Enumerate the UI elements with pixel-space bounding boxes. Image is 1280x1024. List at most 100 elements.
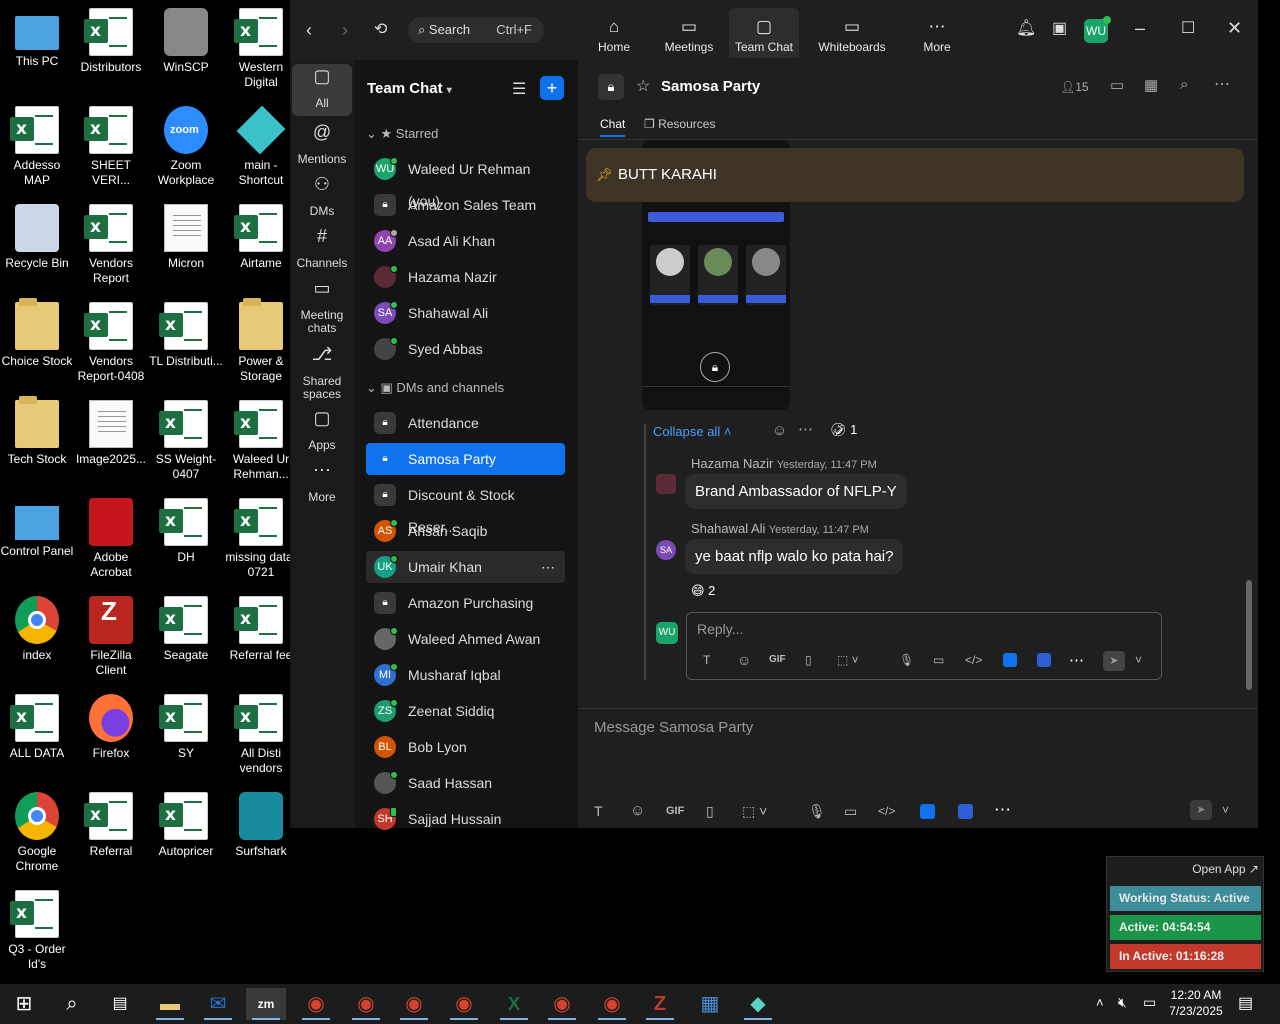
app-icon[interactable] — [1003, 653, 1017, 667]
bell-icon[interactable]: 🔔︎ — [1016, 18, 1036, 38]
chrome-icon[interactable]: ◉ — [346, 988, 386, 1020]
reaction-badge[interactable]: 🤣︎ 1 — [830, 422, 857, 438]
app-icon[interactable] — [1037, 653, 1051, 667]
desktop-icon[interactable]: All Disti vendors — [224, 688, 298, 776]
desktop-icon[interactable]: Firefox — [74, 688, 148, 761]
more-icon[interactable]: ⋯ — [798, 420, 813, 438]
desktop-icon[interactable]: Choice Stock — [0, 296, 74, 369]
desktop-icon[interactable]: Surfshark — [224, 786, 298, 859]
back-icon[interactable]: ‹ — [306, 20, 312, 41]
desktop-icon[interactable]: Western Digital — [224, 2, 298, 90]
reply-box[interactable]: Reply... T ☺ GIF ▯ ⬚ ˅ 🎙︎ ▭ </> ⋯ ➤ ˅ — [686, 612, 1162, 680]
zoom-taskbar-icon[interactable]: zm — [246, 988, 286, 1020]
desktop-icon[interactable]: Image2025... — [74, 394, 148, 467]
section-dms[interactable]: ⌄ ▣ DMs and channels — [366, 380, 504, 396]
calculator-icon[interactable]: ▦ — [690, 988, 730, 1020]
screenshot-icon[interactable]: ⬚ ˅ — [742, 803, 767, 820]
desktop-icon[interactable]: Micron — [149, 198, 223, 271]
clock[interactable]: 12:20 AM 7/23/2025 — [1166, 987, 1226, 1019]
send-icon[interactable]: ➤ — [1190, 800, 1212, 820]
desktop-icon[interactable]: Tech Stock — [0, 394, 74, 467]
sidebar-item[interactable]: 🔒︎ Amazon Purchasing — [366, 587, 565, 619]
chrome-icon[interactable]: ◉ — [592, 988, 632, 1020]
desktop-icon[interactable]: SHEET VERI... — [74, 100, 148, 188]
maximize-icon[interactable]: ☐ — [1181, 18, 1195, 38]
add-reaction-icon[interactable]: ☺ — [772, 422, 787, 439]
sidebar-item[interactable]: AA Asad Ali Khan — [366, 225, 565, 257]
app-icon[interactable] — [920, 804, 935, 819]
sidebar-item[interactable]: Waleed Ahmed Awan — [366, 623, 565, 655]
sidebar-item[interactable]: 🔒︎ Attendance — [366, 407, 565, 439]
send-icon[interactable]: ➤ — [1103, 651, 1125, 671]
volume-muted-icon[interactable]: 🔇︎ — [1118, 994, 1127, 1011]
video-icon[interactable]: ▭ — [844, 803, 857, 820]
filter-icon[interactable]: ☰ — [512, 79, 526, 99]
forward-icon[interactable]: › — [342, 20, 348, 41]
mic-icon[interactable]: 🎙︎ — [899, 653, 914, 667]
nav-team-chat[interactable]: ▢ Team Chat — [729, 8, 799, 58]
sidebar-item[interactable]: BL Bob Lyon — [366, 731, 565, 763]
more-icon[interactable]: ⋯ — [1214, 74, 1230, 94]
scrollbar[interactable] — [1246, 580, 1252, 690]
sidebar-item[interactable]: Hazama Nazir — [366, 261, 565, 293]
calendar-icon[interactable]: ▣ — [1052, 18, 1067, 38]
desktop-icon[interactable]: Google Chrome — [0, 786, 74, 874]
desktop-icon[interactable]: Seagate — [149, 590, 223, 663]
sidebar-item[interactable]: ZS Zeenat Siddiq — [366, 695, 565, 727]
rail-item-apps[interactable]: ▢ Apps — [292, 406, 352, 458]
sidebar-item[interactable]: WU Waleed Ur Rehman (you) — [366, 153, 565, 209]
sidebar-item[interactable]: 🔒︎ Amazon Sales Team — [366, 189, 565, 221]
tab-resources[interactable]: ❐ Resources — [644, 117, 715, 131]
desktop-icon[interactable]: DH — [149, 492, 223, 565]
search-icon[interactable]: ⌕ — [52, 988, 92, 1020]
desktop-icon[interactable]: Distributors — [74, 2, 148, 75]
desktop-icon[interactable]: SS Weight-0407 — [149, 394, 223, 482]
desktop-icon[interactable]: Recycle Bin — [0, 198, 74, 271]
history-icon[interactable]: ⟲ — [374, 19, 387, 39]
rail-item-shared-spaces[interactable]: ⎇ Shared spaces — [292, 342, 352, 407]
nav-whiteboards[interactable]: ▭ Whiteboards — [812, 8, 892, 58]
desktop-icon[interactable]: Addesso MAP — [0, 100, 74, 188]
screenshot-icon[interactable]: ⬚ ˅ — [837, 653, 859, 667]
chevron-up-icon[interactable]: ˄ — [1096, 995, 1104, 1010]
cube-app-icon[interactable]: ◆ — [738, 988, 778, 1020]
desktop-icon[interactable]: main - Shortcut — [224, 100, 298, 188]
sidebar-title[interactable]: Team Chat ▾ — [367, 80, 452, 97]
rail-item-channels[interactable]: # Channels — [292, 224, 352, 276]
sidebar-item[interactable]: 🔒︎ Discount & Stock Reser... — [366, 479, 565, 535]
windows-start-icon[interactable]: ⊞ — [4, 988, 44, 1020]
sidebar-item[interactable]: Syed Abbas — [366, 333, 565, 365]
message-composer[interactable]: Message Samosa Party T ☺ GIF ▯ ⬚ ˅ 🎙︎ ▭ … — [578, 708, 1258, 828]
desktop-icon[interactable]: index — [0, 590, 74, 663]
code-icon[interactable]: </> — [878, 804, 895, 818]
emoji-icon[interactable]: ☺ — [630, 802, 645, 819]
desktop-icon[interactable]: TL Distributi... — [149, 296, 223, 369]
member-count[interactable]: 👤︎15 — [1060, 80, 1089, 94]
minimize-icon[interactable]: – — [1135, 18, 1145, 39]
chevron-down-icon[interactable]: ˅ — [1135, 653, 1142, 667]
search-box[interactable]: ⌕ Search Ctrl+F — [408, 17, 544, 43]
file-icon[interactable]: ▯ — [706, 803, 714, 820]
chrome-icon[interactable]: ◉ — [542, 988, 582, 1020]
desktop-icon[interactable]: SY — [149, 688, 223, 761]
notifications-icon[interactable]: ▤ — [1238, 993, 1253, 1013]
section-starred[interactable]: ⌄ ★ Starred — [366, 126, 438, 142]
desktop-icon[interactable]: Referral — [74, 786, 148, 859]
pinned-message-bar[interactable]: 📌︎ BUTT KARAHI — [586, 148, 1244, 202]
reply-input[interactable]: Reply... — [697, 621, 743, 637]
desktop-icon[interactable]: Autopricer — [149, 786, 223, 859]
gif-button[interactable]: GIF — [666, 805, 684, 817]
composer-input[interactable]: Message Samosa Party — [594, 719, 753, 736]
star-icon[interactable]: ☆ — [636, 76, 650, 96]
desktop-icon[interactable]: zoom Zoom Workplace — [149, 100, 223, 188]
tab-chat[interactable]: Chat — [600, 117, 626, 137]
format-icon[interactable]: T — [703, 653, 710, 667]
gif-button[interactable]: GIF — [769, 654, 786, 665]
chevron-down-icon[interactable]: ˅ — [1222, 803, 1229, 817]
rail-item-more[interactable]: ⋯ More — [292, 458, 352, 510]
network-icon[interactable]: ▭ — [1143, 994, 1156, 1011]
open-app-link[interactable]: Open App ↗ — [1192, 862, 1259, 876]
chrome-icon[interactable]: ◉ — [444, 988, 484, 1020]
channel-title[interactable]: Samosa Party — [661, 78, 760, 95]
excel-icon[interactable]: X — [494, 988, 534, 1020]
